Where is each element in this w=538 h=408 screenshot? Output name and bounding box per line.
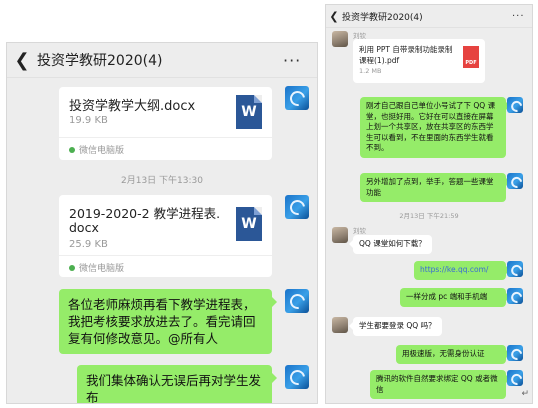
message-bubble[interactable]: 另外增加了点到，举手，答题一些课堂功能 — [360, 173, 510, 202]
avatar[interactable] — [507, 173, 523, 189]
file-message[interactable]: 投资学教学大纲.docx 19.9 KB W 微信电脑版 — [59, 87, 272, 160]
message-bubble[interactable]: 各位老师麻烦再看下教学进程表，我把考核要求放进去了。看完请回复有何修改意见。@所… — [59, 289, 277, 354]
chat-title: 投资学教研2020(4) — [37, 53, 163, 69]
avatar[interactable] — [507, 288, 523, 304]
return-mark: ↵ — [521, 389, 529, 399]
avatar[interactable] — [285, 195, 309, 219]
message-bubble[interactable]: 一样分成 pc 端和手机端 — [400, 288, 510, 307]
wechat-pc-icon — [69, 264, 75, 271]
avatar[interactable] — [285, 86, 309, 110]
link-message[interactable]: https://ke.qq.com/ — [414, 261, 510, 280]
word-doc-icon: W — [236, 207, 262, 241]
word-doc-icon: W — [236, 95, 262, 129]
file-source: 微信电脑版 — [69, 143, 124, 156]
avatar[interactable] — [507, 97, 523, 113]
message-bubble[interactable]: 刚才自己跟自己单位小号试了下 QQ 课堂，也挺好用。它好在可以直接在屏幕上划一个… — [360, 97, 510, 158]
avatar[interactable] — [507, 345, 523, 361]
avatar[interactable] — [332, 227, 348, 243]
right-chat-window: ❮ 投资学教研2020(4) ··· 刘钦 利用 PPT 自带录制功能录制 课程… — [325, 4, 533, 404]
wechat-pc-icon — [69, 146, 75, 153]
file-name-line2: 课程(1).pdf — [359, 56, 400, 65]
left-chat-window: ❮ 投资学教研2020(4) ··· 投资学教学大纲.docx 19.9 KB … — [6, 42, 318, 404]
avatar[interactable] — [507, 261, 523, 277]
avatar[interactable] — [285, 365, 309, 389]
sender-name: 刘钦 — [353, 227, 366, 235]
more-options-icon[interactable]: ··· — [512, 11, 532, 22]
pdf-icon: PDF — [463, 46, 479, 68]
chat-header: ❮ 投资学教研2020(4) ··· — [7, 43, 317, 78]
file-name: 投资学教学大纲.docx — [69, 99, 196, 114]
back-arrow-icon[interactable]: ❮ — [326, 10, 342, 23]
file-size: 19.9 KB — [69, 115, 108, 126]
more-options-icon[interactable]: ··· — [283, 51, 317, 70]
file-source: 微信电脑版 — [69, 261, 124, 274]
message-bubble[interactable]: 学生都要登录 QQ 吗？ — [349, 317, 442, 336]
file-size: 1.2 MB — [359, 67, 382, 75]
avatar[interactable] — [332, 317, 348, 333]
file-size: 25.9 KB — [69, 239, 108, 250]
message-bubble[interactable]: QQ 课堂如何下载？ — [349, 235, 432, 254]
chat-header: ❮ 投资学教研2020(4) ··· — [326, 5, 532, 28]
timestamp: 2月13日 下午13:30 — [121, 176, 203, 186]
file-name-line2: docx — [69, 220, 99, 235]
avatar[interactable] — [285, 289, 309, 313]
file-message[interactable]: 2019-2020-2 教学进程表. docx 25.9 KB W 微信电脑版 — [59, 195, 272, 277]
file-message[interactable]: 利用 PPT 自带录制功能录制 课程(1).pdf 1.2 MB PDF — [353, 39, 485, 83]
chat-title: 投资学教研2020(4) — [342, 12, 423, 23]
avatar[interactable] — [507, 370, 523, 386]
file-name-line1: 利用 PPT 自带录制功能录制 — [359, 45, 453, 54]
message-bubble[interactable]: 用极速版，无需身份认证 — [396, 345, 510, 364]
back-arrow-icon[interactable]: ❮ — [7, 50, 37, 71]
timestamp: 2月13日 下午21:59 — [399, 212, 459, 220]
message-bubble[interactable]: 腾讯的软件自然要求绑定 QQ 或者微信 — [370, 370, 510, 399]
message-bubble[interactable]: 我们集体确认无误后再对学生发布 — [77, 365, 277, 403]
avatar[interactable] — [332, 31, 348, 47]
